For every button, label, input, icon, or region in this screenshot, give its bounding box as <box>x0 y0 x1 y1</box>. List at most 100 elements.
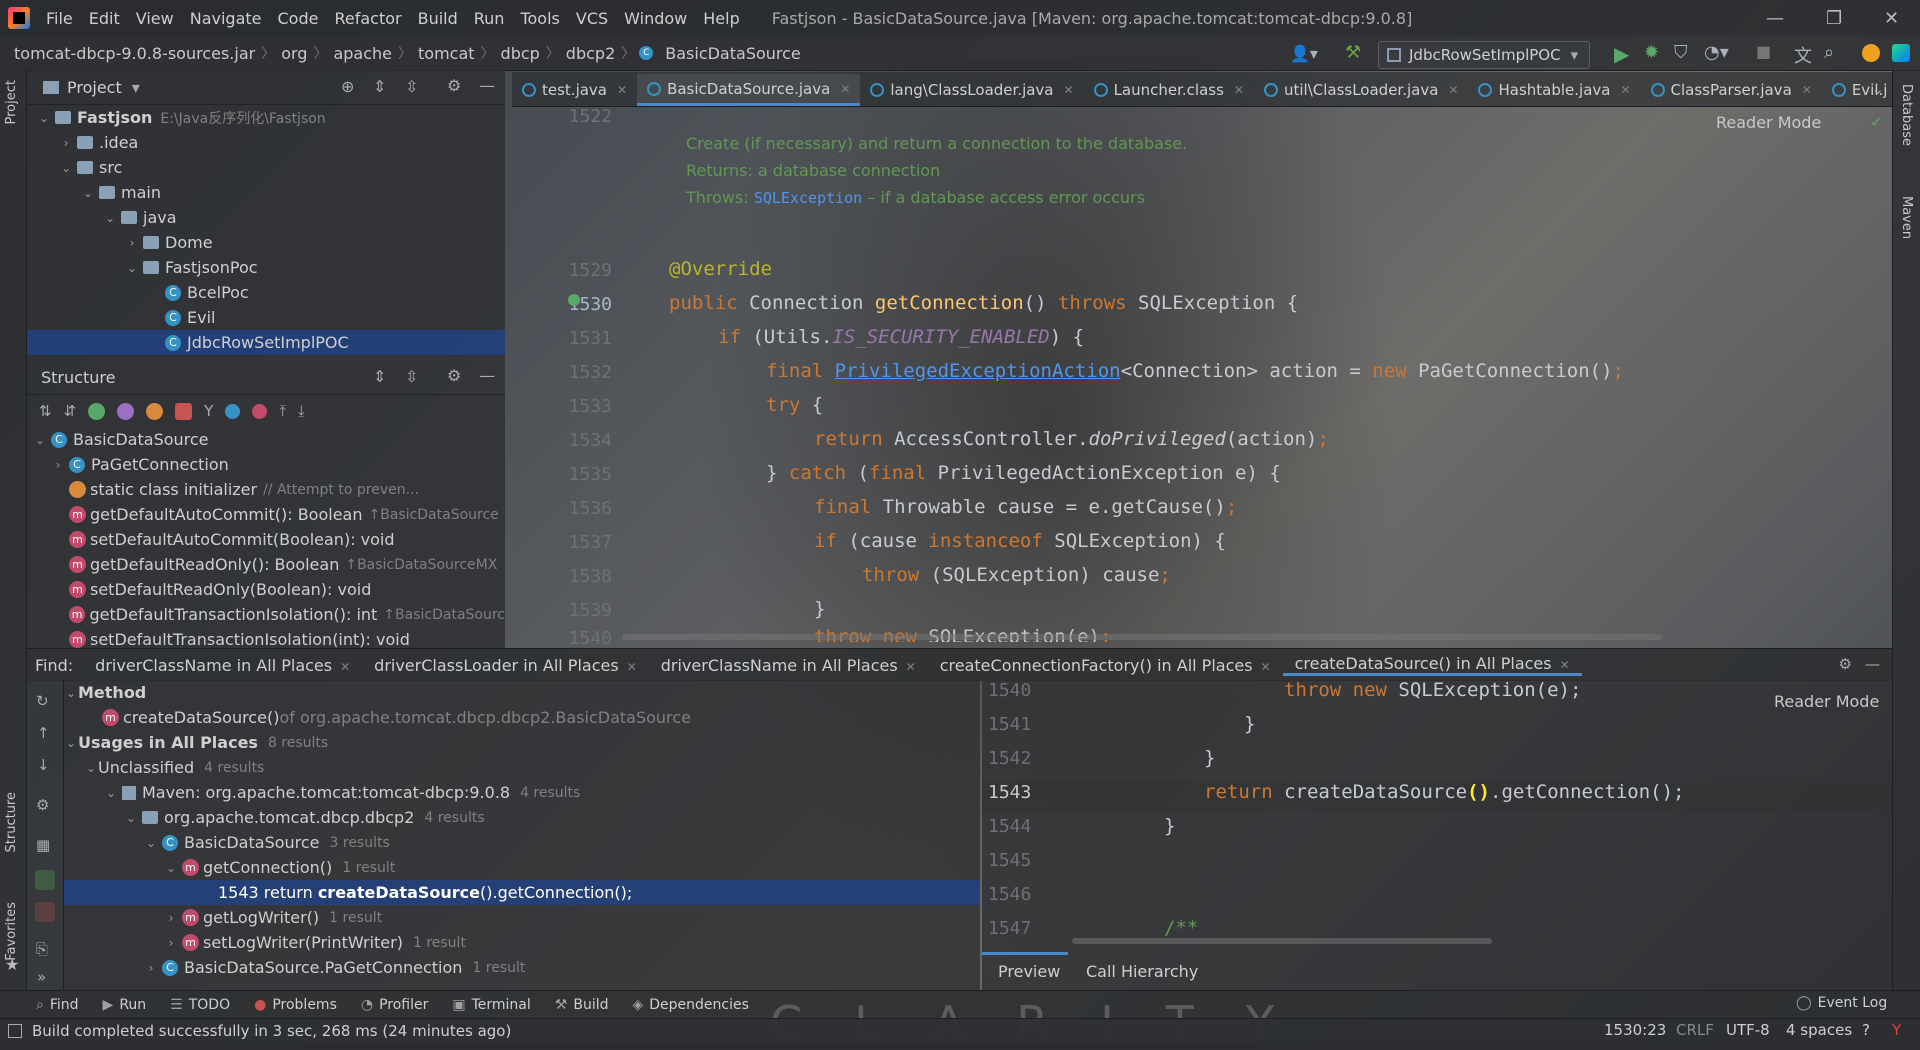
find-result-item[interactable]: ⌄ Usages in All Places 8 results <box>64 730 980 755</box>
chevron-right-icon[interactable]: › <box>144 961 158 975</box>
tool-build[interactable]: ⚒ Build <box>543 997 621 1013</box>
project-tree-item[interactable]: ⌄ FastjsonPoc <box>27 255 505 280</box>
collapse-all-icon[interactable]: ⇳ <box>405 77 418 96</box>
menu-edit[interactable]: Edit <box>81 9 128 28</box>
close-tab-icon[interactable]: ✕ <box>1560 658 1570 672</box>
show-non-public-icon[interactable] <box>175 402 193 420</box>
find-result-item[interactable]: ⌄ m getConnection() 1 result <box>64 855 980 880</box>
toolbox-icon[interactable] <box>1892 44 1910 62</box>
structure-item[interactable]: m getDefaultAutoCommit(): Boolean ↑BasicDa… <box>27 502 505 527</box>
structure-item[interactable]: › C PaGetConnection <box>27 452 505 477</box>
horizontal-scrollbar[interactable] <box>1072 938 1492 944</box>
menu-help[interactable]: Help <box>695 9 747 28</box>
hide-icon[interactable]: — <box>479 366 495 385</box>
tool-profiler[interactable]: ◔ Profiler <box>349 997 441 1013</box>
structure-tool-button[interactable]: Structure <box>4 792 19 852</box>
chevron-down-icon[interactable]: ⌄ <box>37 111 51 125</box>
chevron-down-icon[interactable]: ⌄ <box>103 211 117 225</box>
close-tab-icon[interactable]: ✕ <box>1234 83 1244 97</box>
horizontal-scrollbar[interactable] <box>622 634 1662 640</box>
editor-tab[interactable]: ClassParser.java ✕ <box>1641 74 1822 106</box>
run-configuration-select[interactable]: JdbcRowSetImplPOC ▾ <box>1378 41 1590 69</box>
structure-item[interactable]: m getDefaultReadOnly(): Boolean ↑BasicData… <box>27 552 505 577</box>
expand-all-icon[interactable]: ⇕ <box>373 77 386 96</box>
menu-navigate[interactable]: Navigate <box>182 9 270 28</box>
restore-icon[interactable]: ❐ <box>1826 8 1842 29</box>
breadcrumb-apache[interactable]: apache <box>327 44 398 63</box>
caret-position[interactable]: 1530:23 <box>1604 1021 1666 1039</box>
database-tool-button[interactable]: Database <box>1899 84 1914 146</box>
structure-item[interactable]: static class initializer // Attempt to pr… <box>27 477 505 502</box>
find-tab[interactable]: createConnectionFactory() in All Places ✕ <box>928 656 1283 675</box>
find-result-item[interactable]: ⌄ Maven: org.apache.tomcat:tomcat-dbcp:9.… <box>64 780 980 805</box>
chevron-down-icon[interactable]: ⌄ <box>64 686 78 700</box>
menu-run[interactable]: Run <box>466 9 513 28</box>
find-tab[interactable]: driverClassLoader in All Places ✕ <box>362 656 649 675</box>
chevron-down-icon[interactable]: ⌄ <box>33 433 47 447</box>
show-lambdas-icon[interactable] <box>252 403 268 419</box>
breadcrumb-dbcp[interactable]: dbcp <box>495 44 546 63</box>
show-inherited-icon[interactable] <box>88 402 106 420</box>
menu-code[interactable]: Code <box>270 9 327 28</box>
tool-dependencies[interactable]: ◈ Dependencies <box>621 997 761 1013</box>
structure-item[interactable]: ⌄ C BasicDataSource <box>27 427 505 452</box>
line-separator[interactable]: CRLF <box>1676 1021 1714 1039</box>
chevron-right-icon[interactable]: › <box>164 936 178 950</box>
tool-run[interactable]: ▶ Run <box>91 997 159 1013</box>
chevron-down-icon[interactable]: ⌄ <box>124 811 138 825</box>
menu-tools[interactable]: Tools <box>512 9 567 28</box>
gear-icon[interactable]: ⚙ <box>447 366 461 385</box>
export-icon[interactable]: ⎘ <box>36 940 48 958</box>
find-result-item[interactable]: › C BasicDataSource.PaGetConnection 1 resul… <box>64 955 980 980</box>
show-properties-icon[interactable] <box>117 402 135 420</box>
file-encoding[interactable]: UTF-8 <box>1726 1021 1770 1039</box>
build-hammer-icon[interactable]: ⚒ <box>1345 42 1361 63</box>
gear-icon[interactable]: ⚙ <box>36 796 49 814</box>
menu-refactor[interactable]: Refactor <box>326 9 409 28</box>
close-icon[interactable]: ✕ <box>1884 8 1899 29</box>
gear-icon[interactable]: ⚙ <box>1839 655 1852 673</box>
breadcrumb-org[interactable]: org <box>275 44 313 63</box>
chevron-right-icon[interactable]: › <box>59 136 73 150</box>
user-icon[interactable]: 👤▾ <box>1290 44 1318 63</box>
autoscroll-to-source-icon[interactable]: ⤒ <box>279 402 286 420</box>
close-tab-icon[interactable]: ✕ <box>906 660 916 674</box>
search-icon[interactable]: ⌕ <box>1824 42 1834 63</box>
favorites-tool-button[interactable]: Favorites <box>4 902 19 961</box>
status-message[interactable]: Build completed successfully in 3 sec, 2… <box>32 1022 511 1040</box>
project-tree-item[interactable]: › Dome <box>27 230 505 255</box>
find-result-item[interactable]: ⌄ org.apache.tomcat.dbcp.dbcp2 4 results <box>64 805 980 830</box>
filter-icon[interactable]: Y <box>204 402 213 420</box>
project-tree-item[interactable]: C BcelPoc <box>27 280 505 305</box>
locate-icon[interactable]: ⊕ <box>341 77 354 96</box>
javadoc-sqlexception-link[interactable]: SQLException <box>754 189 862 207</box>
close-tab-icon[interactable]: ✕ <box>340 660 350 674</box>
project-panel-title[interactable]: Project <box>67 78 122 97</box>
translate-icon[interactable]: ⽂ <box>1794 42 1812 68</box>
chevron-down-icon[interactable]: ⌄ <box>164 861 178 875</box>
collapse-all-icon[interactable]: ⇳ <box>405 367 418 386</box>
chevron-down-icon[interactable]: ⌄ <box>104 786 118 800</box>
chevron-down-icon[interactable]: ⌄ <box>59 161 73 175</box>
breadcrumb-tomcat[interactable]: tomcat <box>412 44 481 63</box>
update-icon[interactable] <box>1862 44 1880 62</box>
sort-visibility-icon[interactable]: ⇅ <box>39 402 52 420</box>
show-anonymous-icon[interactable] <box>225 403 241 419</box>
coverage-icon[interactable]: ⛉ <box>1674 42 1688 63</box>
show-fields-icon[interactable] <box>146 402 164 420</box>
close-tab-icon[interactable]: ✕ <box>840 82 850 96</box>
editor-tab[interactable]: Launcher.class ✕ <box>1084 74 1254 106</box>
menu-window[interactable]: Window <box>616 9 695 28</box>
close-tab-icon[interactable]: ✕ <box>1261 660 1271 674</box>
help-icon[interactable]: ? <box>1862 1021 1870 1039</box>
close-tab-icon[interactable]: ✕ <box>1802 83 1812 97</box>
chevron-right-icon[interactable]: › <box>51 458 65 472</box>
project-tool-button[interactable]: Project <box>4 80 19 124</box>
gear-icon[interactable]: ⚙ <box>447 76 461 95</box>
find-tab[interactable]: driverClassName in All Places ✕ <box>83 656 362 675</box>
find-result-item[interactable]: ⌄ Method <box>64 680 980 705</box>
editor-tab[interactable]: test.java ✕ <box>512 74 637 106</box>
indent-setting[interactable]: 4 spaces <box>1786 1021 1852 1039</box>
structure-item[interactable]: m setDefaultReadOnly(Boolean): void <box>27 577 505 602</box>
stop-icon[interactable]: ■ <box>1756 42 1771 61</box>
